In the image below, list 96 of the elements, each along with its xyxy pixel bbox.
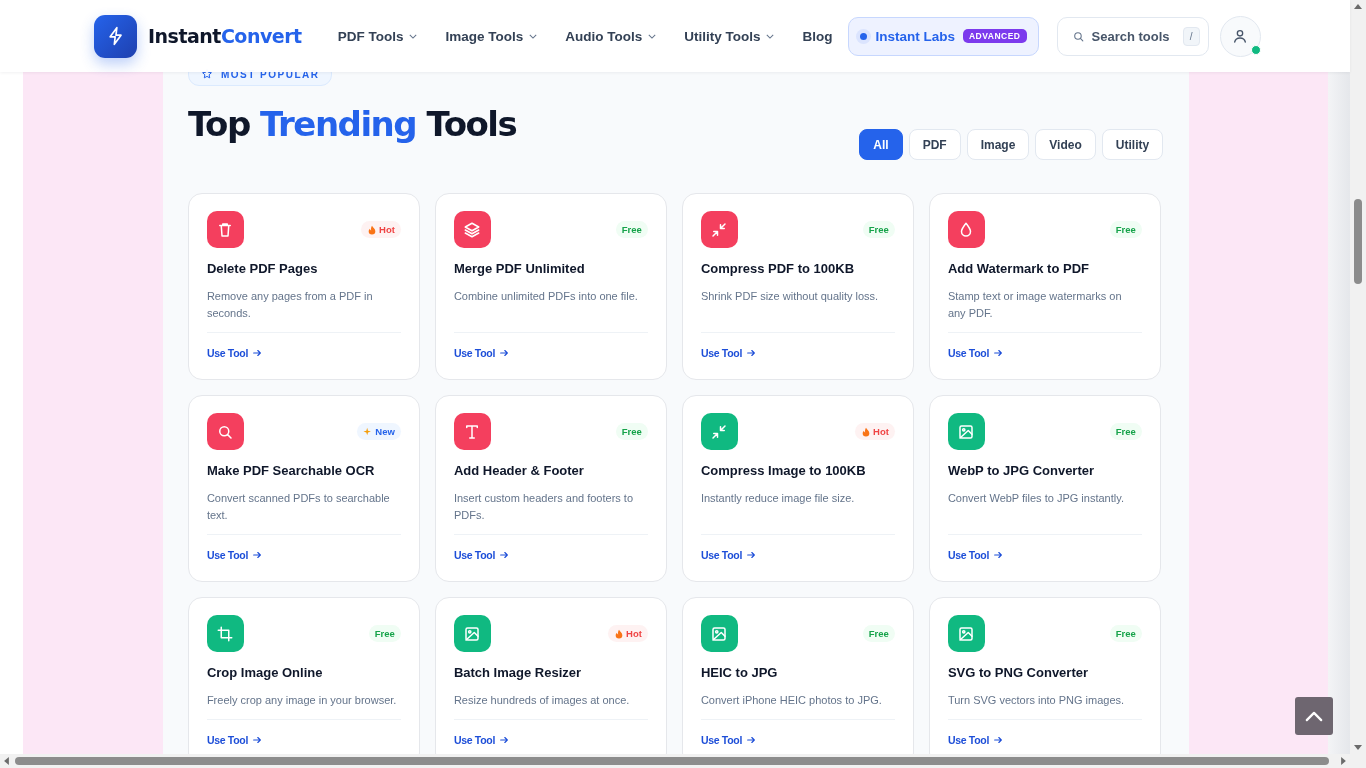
- fire-icon: [861, 426, 872, 437]
- nav-link[interactable]: Audio Tools: [551, 28, 671, 44]
- filter-tab[interactable]: All: [859, 129, 903, 160]
- use-tool-link[interactable]: Use Tool: [947, 734, 1004, 746]
- arrow-right-icon: [499, 735, 510, 745]
- tool-title: Merge PDF Unlimited: [453, 261, 586, 276]
- use-tool-link[interactable]: Use Tool: [453, 734, 510, 746]
- user-avatar[interactable]: [1219, 15, 1261, 57]
- nav-link[interactable]: Blog: [788, 28, 847, 44]
- use-tool-link[interactable]: Use Tool: [947, 347, 1004, 359]
- tool-description: Stamp text or image watermarks on any PDF.: [947, 289, 1123, 321]
- status-badge: Free: [862, 625, 895, 642]
- tool-description: Convert iPhone HEIC photos to JPG.: [700, 693, 883, 708]
- arrow-right-icon: [252, 550, 263, 560]
- use-tool-link[interactable]: Use Tool: [700, 347, 757, 359]
- arrow-right-icon: [993, 550, 1004, 560]
- tool-title: Compress Image to 100KB: [700, 463, 867, 478]
- use-tool-link[interactable]: Use Tool: [206, 549, 263, 561]
- use-tool-link[interactable]: Use Tool: [700, 549, 757, 561]
- arrow-right-icon: [499, 550, 510, 560]
- arrow-right-icon[interactable]: [1341, 757, 1346, 765]
- status-badge: Free: [1109, 423, 1142, 440]
- horizontal-scrollbar[interactable]: [0, 754, 1350, 768]
- fire-icon: [367, 224, 378, 235]
- tool-description: Convert WebP files to JPG instantly.: [947, 491, 1125, 506]
- tool-description: Convert scanned PDFs to searchable text.: [206, 491, 391, 523]
- use-tool-link[interactable]: Use Tool: [700, 734, 757, 746]
- tool-description: Freely crop any image in your browser.: [206, 693, 398, 708]
- scroll-to-top-button[interactable]: [1295, 697, 1333, 735]
- tool-title: Add Watermark to PDF: [947, 261, 1090, 276]
- arrow-right-icon: [252, 348, 263, 358]
- tool-description: Combine unlimited PDFs into one file.: [453, 289, 639, 304]
- arrow-down-icon[interactable]: [1354, 745, 1362, 750]
- arrow-right-icon: [993, 735, 1004, 745]
- use-tool-link[interactable]: Use Tool: [453, 347, 510, 359]
- nav-link[interactable]: Image Tools: [431, 28, 552, 44]
- nav-link[interactable]: Utility Tools: [670, 28, 789, 44]
- tool-title: Add Header & Footer: [453, 463, 585, 478]
- tool-description: Remove any pages from a PDF in seconds.: [206, 289, 374, 321]
- tool-title: Make PDF Searchable OCR: [206, 463, 376, 478]
- status-badge: Free: [615, 221, 648, 238]
- chevron-down-icon: [766, 33, 775, 39]
- tool-title: HEIC to JPG: [700, 665, 779, 680]
- search-icon: [1071, 29, 1085, 43]
- vertical-scrollbar[interactable]: [1350, 0, 1366, 768]
- arrow-right-icon: [499, 348, 510, 358]
- arrow-right-icon: [746, 348, 757, 358]
- scrollbar-thumb[interactable]: [1354, 199, 1362, 284]
- labs-button[interactable]: Instant Labs ADVANCED: [848, 16, 1039, 56]
- arrow-right-icon: [993, 348, 1004, 358]
- lightning-logo-icon[interactable]: [94, 14, 137, 58]
- status-badge: Free: [1109, 221, 1142, 238]
- status-badge: Hot: [855, 423, 895, 440]
- filter-tab[interactable]: PDF: [908, 129, 961, 160]
- arrow-up-icon[interactable]: [1354, 4, 1362, 9]
- sparkle-icon: [363, 426, 374, 437]
- status-badge: Free: [615, 423, 648, 440]
- tool-title: Batch Image Resizer: [453, 665, 583, 680]
- arrow-right-icon: [252, 735, 263, 745]
- tool-description: Shrink PDF size without quality loss.: [700, 289, 880, 304]
- status-badge: Free: [1109, 625, 1142, 642]
- chevron-down-icon: [648, 33, 657, 39]
- tool-title: Delete PDF Pages: [206, 261, 319, 276]
- tool-description: Turn SVG vectors into PNG images.: [947, 693, 1126, 708]
- scrollbar-thumb[interactable]: [15, 757, 1329, 765]
- section-label-text: MOST POPULAR: [220, 68, 320, 80]
- filter-tab[interactable]: Image: [966, 129, 1030, 160]
- use-tool-link[interactable]: Use Tool: [453, 549, 510, 561]
- chevron-down-icon: [529, 33, 538, 39]
- brand-name[interactable]: InstantConvert: [148, 25, 302, 47]
- section-title: Top Trending Tools: [187, 103, 517, 146]
- filter-tab[interactable]: Utility: [1101, 129, 1164, 160]
- tool-description: Instantly reduce image file size.: [700, 491, 856, 506]
- use-tool-link[interactable]: Use Tool: [947, 549, 1004, 561]
- use-tool-link[interactable]: Use Tool: [206, 347, 263, 359]
- status-badge: Hot: [608, 625, 648, 642]
- arrow-left-icon[interactable]: [4, 757, 9, 765]
- tool-title: WebP to JPG Converter: [947, 463, 1096, 478]
- arrow-right-icon: [746, 550, 757, 560]
- fire-icon: [614, 628, 625, 639]
- tool-description: Insert custom headers and footers to PDFs.: [453, 491, 635, 523]
- tool-title: SVG to PNG Converter: [947, 665, 1089, 680]
- tool-title: Compress PDF to 100KB: [700, 261, 856, 276]
- tool-description: Resize hundreds of images at once.: [453, 693, 631, 708]
- tool-title: Crop Image Online: [206, 665, 324, 680]
- use-tool-link[interactable]: Use Tool: [206, 734, 263, 746]
- status-badge: New: [357, 423, 401, 440]
- status-badge: Free: [368, 625, 401, 642]
- status-badge: Free: [862, 221, 895, 238]
- user-icon: [1232, 28, 1248, 44]
- filter-tab[interactable]: Video: [1035, 129, 1096, 160]
- arrow-right-icon: [746, 735, 757, 745]
- status-badge: Hot: [361, 221, 401, 238]
- caret-up-icon: [1305, 710, 1323, 722]
- nav-link[interactable]: PDF Tools: [323, 28, 432, 44]
- chevron-down-icon: [409, 33, 418, 39]
